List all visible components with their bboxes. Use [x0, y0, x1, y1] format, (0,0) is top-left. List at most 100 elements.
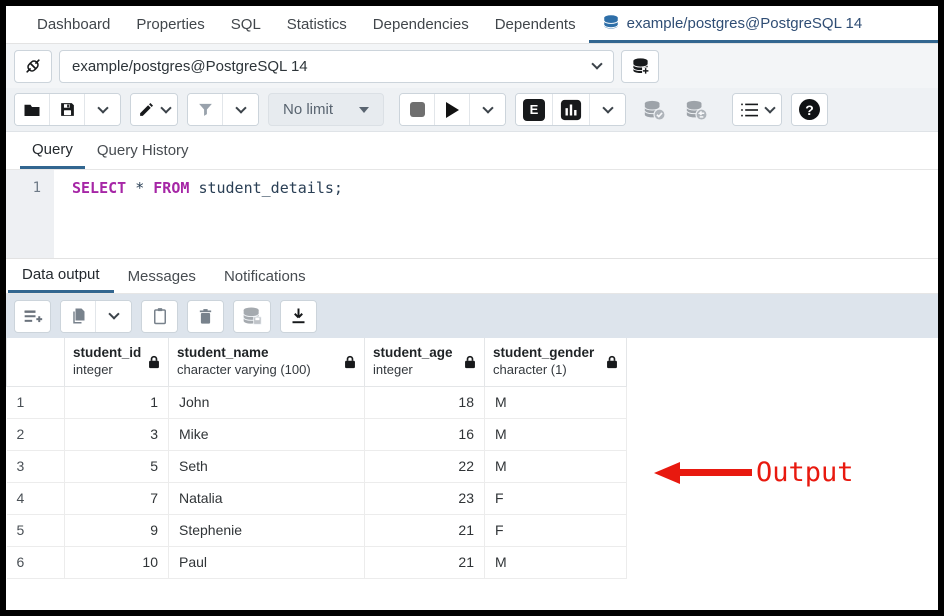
explain-analyze-button[interactable] — [553, 94, 590, 125]
tab-dependents[interactable]: Dependents — [482, 6, 589, 43]
results-tbody: 11John18M23Mike16M35Seth22M47Natalia23F5… — [7, 386, 627, 578]
column-type: integer — [73, 362, 142, 378]
tab-label: Statistics — [287, 16, 347, 33]
database-icon — [631, 57, 650, 76]
tab-query[interactable]: Query — [20, 132, 85, 169]
cell-student-name[interactable]: Seth — [169, 450, 365, 482]
cell-student-gender[interactable]: F — [485, 482, 627, 514]
cell-student-id[interactable]: 10 — [65, 546, 169, 578]
cell-student-id[interactable]: 5 — [65, 450, 169, 482]
table-row: 35Seth22M — [7, 450, 627, 482]
tab-properties[interactable]: Properties — [123, 6, 217, 43]
row-number[interactable]: 3 — [7, 450, 65, 482]
column-header-student-age[interactable]: student_age integer — [365, 338, 485, 386]
column-header-student-id[interactable]: student_id integer — [65, 338, 169, 386]
execute-query-button[interactable] — [435, 94, 470, 125]
table-row: 47Natalia23F — [7, 482, 627, 514]
tab-label: Data output — [22, 266, 100, 283]
cell-student-age[interactable]: 22 — [365, 450, 485, 482]
save-data-changes-button[interactable] — [234, 301, 270, 332]
cell-student-name[interactable]: John — [169, 386, 365, 418]
cell-student-id[interactable]: 7 — [65, 482, 169, 514]
folder-icon — [23, 102, 41, 118]
help-button[interactable]: ? — [792, 94, 827, 125]
chevron-down-icon — [764, 102, 775, 113]
filter-button[interactable] — [188, 94, 223, 125]
tab-query-tool-active[interactable]: example/postgres@PostgreSQL 14 — [589, 6, 938, 43]
tab-messages[interactable]: Messages — [114, 259, 210, 293]
add-row-button[interactable] — [15, 301, 50, 332]
connection-select[interactable]: example/postgres@PostgreSQL 14 — [59, 50, 614, 83]
cell-student-age[interactable]: 18 — [365, 386, 485, 418]
help-icon: ? — [799, 99, 820, 120]
cell-student-gender[interactable]: M — [485, 450, 627, 482]
tab-statistics[interactable]: Statistics — [274, 6, 360, 43]
output-annotation: Output — [654, 457, 854, 488]
rollback-button[interactable] — [677, 99, 715, 121]
sql-editor[interactable]: 1 SELECT * FROM student_details; — [6, 170, 938, 258]
cell-student-gender[interactable]: M — [485, 418, 627, 450]
filter-options-dropdown[interactable] — [223, 94, 258, 125]
cell-student-gender[interactable]: F — [485, 514, 627, 546]
connection-status-button[interactable] — [14, 50, 52, 83]
tab-data-output[interactable]: Data output — [8, 259, 114, 293]
grid-corner-cell[interactable] — [7, 338, 65, 386]
copy-options-dropdown[interactable] — [96, 301, 131, 332]
row-number[interactable]: 5 — [7, 514, 65, 546]
cell-student-id[interactable]: 3 — [65, 418, 169, 450]
explain-button[interactable]: E — [516, 94, 553, 125]
cell-student-name[interactable]: Mike — [169, 418, 365, 450]
cell-student-age[interactable]: 16 — [365, 418, 485, 450]
column-header-student-gender[interactable]: student_gender character (1) — [485, 338, 627, 386]
explain-options-dropdown[interactable] — [590, 94, 625, 125]
lock-icon — [148, 355, 160, 369]
new-connection-button[interactable] — [621, 50, 659, 83]
tab-dependencies[interactable]: Dependencies — [360, 6, 482, 43]
results-toolbar — [6, 294, 938, 338]
tab-dashboard[interactable]: Dashboard — [24, 6, 123, 43]
delete-row-button[interactable] — [188, 301, 223, 332]
row-limit-select[interactable]: No limit — [268, 93, 384, 126]
cell-student-gender[interactable]: M — [485, 546, 627, 578]
sql-keyword: SELECT — [72, 179, 126, 197]
row-number[interactable]: 6 — [7, 546, 65, 578]
paste-button[interactable] — [142, 301, 177, 332]
line-number: 1 — [33, 180, 41, 196]
sql-code-line[interactable]: SELECT * FROM student_details; — [54, 170, 343, 258]
cell-student-age[interactable]: 21 — [365, 546, 485, 578]
save-options-dropdown[interactable] — [85, 94, 120, 125]
cell-student-age[interactable]: 21 — [365, 514, 485, 546]
cell-student-name[interactable]: Paul — [169, 546, 365, 578]
tab-sql[interactable]: SQL — [218, 6, 274, 43]
cell-student-name[interactable]: Natalia — [169, 482, 365, 514]
cancel-query-button[interactable] — [400, 94, 435, 125]
row-number[interactable]: 2 — [7, 418, 65, 450]
cell-student-id[interactable]: 9 — [65, 514, 169, 546]
execute-options-dropdown[interactable] — [470, 94, 505, 125]
download-icon — [290, 307, 307, 325]
row-number[interactable]: 4 — [7, 482, 65, 514]
cell-student-age[interactable]: 23 — [365, 482, 485, 514]
copy-button[interactable] — [61, 301, 96, 332]
editor-gutter: 1 — [6, 170, 54, 258]
tab-query-history[interactable]: Query History — [85, 132, 201, 169]
save-file-button[interactable] — [50, 94, 85, 125]
edit-button[interactable] — [131, 94, 177, 125]
annotation-label: Output — [756, 457, 854, 488]
row-number[interactable]: 1 — [7, 386, 65, 418]
open-file-button[interactable] — [15, 94, 50, 125]
pencil-icon — [138, 101, 155, 118]
cell-student-id[interactable]: 1 — [65, 386, 169, 418]
tab-label: Dependencies — [373, 16, 469, 33]
table-row: 59Stephenie21F — [7, 514, 627, 546]
query-tab-bar: Query Query History — [6, 132, 938, 170]
pgadmin-window: Dashboard Properties SQL Statistics Depe… — [0, 0, 944, 616]
column-header-student-name[interactable]: student_name character varying (100) — [169, 338, 365, 386]
cell-student-gender[interactable]: M — [485, 386, 627, 418]
commit-button[interactable] — [635, 99, 673, 121]
column-type: character varying (100) — [177, 362, 338, 378]
download-results-button[interactable] — [281, 301, 316, 332]
tab-notifications[interactable]: Notifications — [210, 259, 320, 293]
macros-dropdown-button[interactable] — [733, 94, 781, 125]
cell-student-name[interactable]: Stephenie — [169, 514, 365, 546]
